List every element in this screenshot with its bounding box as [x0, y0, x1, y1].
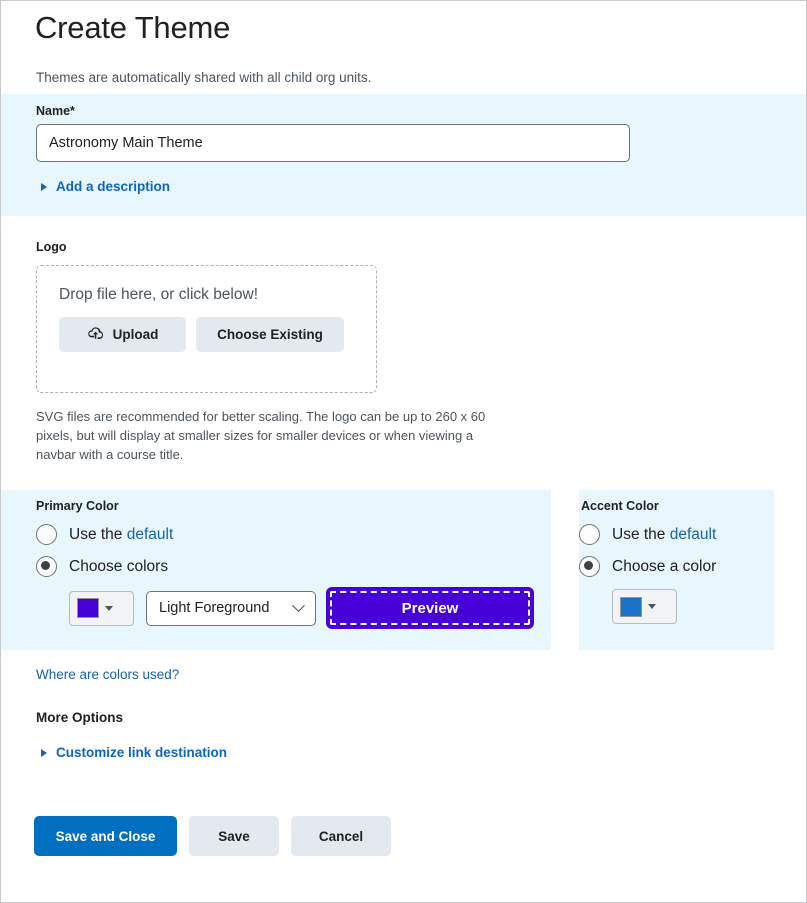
page-title: Create Theme — [35, 10, 231, 45]
accent-color-title: Accent Color — [581, 499, 659, 513]
upload-button-label: Upload — [112, 327, 159, 342]
accent-choose-label: Choose a color — [612, 557, 717, 575]
customize-link-destination-label: Customize link destination — [56, 745, 228, 760]
create-theme-page: Create Theme Themes are automatically sh… — [0, 0, 807, 903]
chevron-down-icon — [648, 604, 656, 609]
cloud-upload-icon — [87, 326, 104, 343]
intro-text: Themes are automatically shared with all… — [36, 70, 372, 85]
primary-color-swatch-button[interactable] — [69, 590, 134, 626]
primary-default-label: Use the default — [69, 526, 173, 544]
primary-color-title: Primary Color — [36, 499, 119, 513]
save-and-close-button[interactable]: Save and Close — [34, 816, 177, 856]
accent-default-link[interactable]: default — [670, 526, 717, 543]
radio-icon-primary-choose[interactable] — [36, 556, 57, 577]
primary-choose-label: Choose colors — [69, 557, 169, 575]
accent-use-default-option[interactable]: Use the default — [579, 524, 774, 545]
logo-help-text: SVG files are recommended for better sca… — [36, 409, 486, 462]
upload-button[interactable]: Upload — [59, 317, 186, 352]
dropzone-text: Drop file here, or click below! — [59, 286, 258, 303]
where-are-colors-used-link[interactable]: Where are colors used? — [36, 667, 179, 682]
accent-default-prefix: Use the — [612, 525, 670, 543]
radio-icon-accent-default[interactable] — [579, 524, 600, 545]
cancel-button[interactable]: Cancel — [291, 816, 391, 856]
dropzone-buttons: Upload Choose Existing — [59, 317, 376, 352]
accent-color-panel: Accent Color Use the default Choose a co… — [579, 490, 774, 650]
chevron-down-icon — [105, 605, 113, 611]
more-options-heading: More Options — [36, 710, 123, 725]
add-description-toggle[interactable]: Add a description — [41, 179, 170, 194]
chevron-right-icon — [41, 748, 47, 757]
customize-link-destination-toggle[interactable]: Customize link destination — [41, 745, 227, 760]
name-label: Name* — [36, 104, 806, 118]
accent-choose-color-option[interactable]: Choose a color — [579, 556, 774, 577]
name-section: Name* Add a description — [1, 94, 806, 216]
primary-color-controls: Light Foreground Preview — [69, 589, 551, 627]
logo-label: Logo — [36, 240, 67, 254]
save-button[interactable]: Save — [189, 816, 279, 856]
accent-default-label: Use the default — [612, 526, 716, 544]
radio-icon-accent-choose[interactable] — [579, 556, 600, 577]
choose-existing-button[interactable]: Choose Existing — [196, 317, 344, 352]
foreground-select-value: Light Foreground — [159, 600, 270, 616]
add-description-label: Add a description — [56, 179, 171, 194]
footer-actions: Save and Close Save Cancel — [34, 816, 806, 856]
colors-section: Primary Color Use the default Choose col… — [1, 490, 806, 650]
name-input[interactable] — [36, 124, 630, 162]
primary-use-default-option[interactable]: Use the default — [36, 524, 551, 545]
chevron-right-icon — [41, 182, 47, 191]
foreground-select[interactable]: Light Foreground — [146, 590, 316, 626]
primary-choose-colors-option[interactable]: Choose colors — [36, 556, 551, 577]
accent-color-controls — [612, 589, 774, 624]
primary-default-link[interactable]: default — [127, 526, 174, 543]
radio-icon-primary-default[interactable] — [36, 524, 57, 545]
primary-color-panel: Primary Color Use the default Choose col… — [1, 490, 551, 650]
primary-color-swatch — [77, 598, 99, 618]
logo-dropzone[interactable]: Drop file here, or click below! Upload C… — [36, 265, 377, 393]
accent-color-swatch — [620, 596, 642, 617]
chevron-down-icon — [292, 598, 305, 612]
required-marker: * — [70, 104, 75, 118]
primary-default-prefix: Use the — [69, 525, 127, 543]
accent-color-swatch-button[interactable] — [612, 589, 677, 624]
preview-button[interactable]: Preview — [328, 589, 532, 627]
name-label-text: Name — [36, 104, 71, 118]
